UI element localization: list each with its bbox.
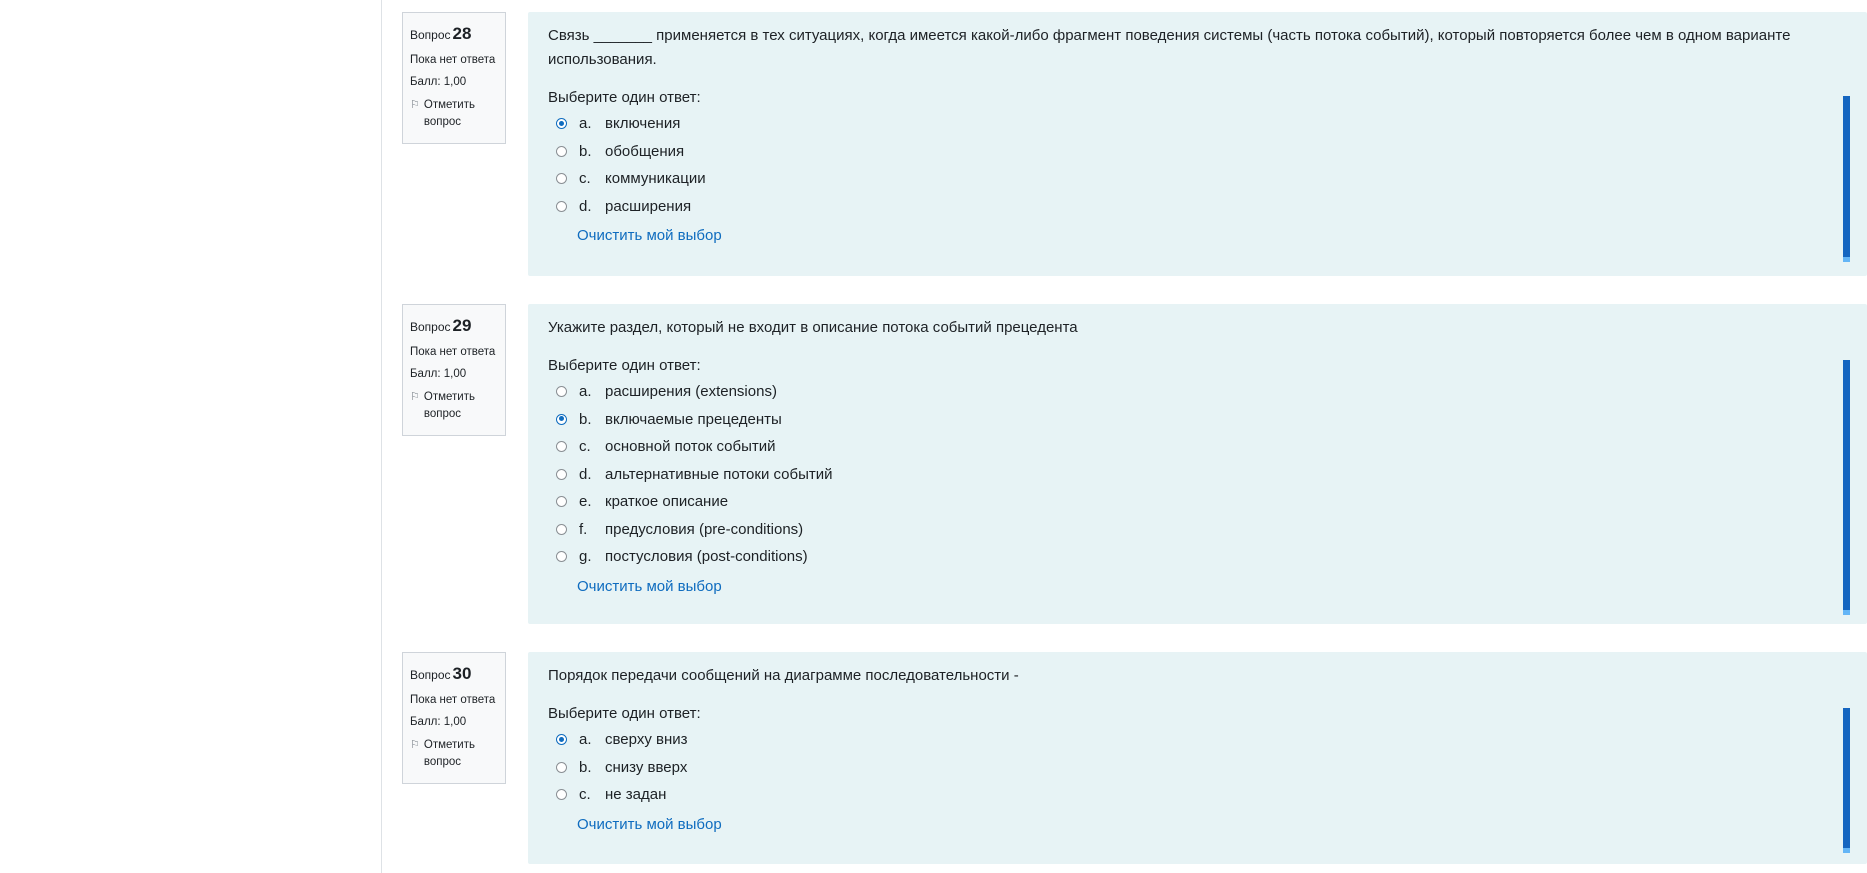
answer-option[interactable]: g. постусловия (post-conditions) [548, 543, 1841, 571]
question-state: Пока нет ответа [410, 53, 496, 66]
radio-button[interactable] [556, 551, 567, 563]
answer-letter: a. [579, 115, 592, 133]
answer-letter: f. [579, 520, 588, 538]
answer-text: не задан [605, 786, 667, 804]
answer-option[interactable]: c. не задан [548, 781, 1841, 809]
question-label: Вопрос [410, 668, 451, 682]
answer-letter: e. [579, 493, 592, 511]
answer-option[interactable]: d. расширения [548, 193, 1841, 221]
radio-button[interactable] [556, 496, 567, 508]
radio-button[interactable] [556, 173, 567, 185]
answer-text: расширения [605, 197, 692, 215]
question-grade: Балл: 1,00 [410, 715, 467, 728]
radio-button[interactable] [556, 523, 567, 535]
clear-choice-link[interactable]: Очистить мой выбор [577, 578, 722, 595]
scroll-indicator[interactable] [1843, 96, 1850, 262]
radio-button[interactable] [556, 118, 567, 130]
answer-letter: c. [579, 438, 591, 456]
answer-text: включаемые прецеденты [605, 410, 782, 428]
answer-text: сверху вниз [605, 731, 688, 749]
question-number: 30 [452, 664, 472, 683]
question-info: Вопрос 29 Пока нет ответа Балл: 1,00 ⚐ О… [402, 304, 506, 436]
flag-question-link[interactable]: ⚐ Отметить вопрос [410, 97, 498, 132]
answer-letter: c. [579, 786, 591, 804]
radio-button[interactable] [556, 200, 567, 212]
clear-choice-link[interactable]: Очистить мой выбор [577, 816, 722, 833]
answer-option[interactable]: b. снизу вверх [548, 754, 1841, 782]
question-label: Вопрос [410, 28, 451, 42]
answer-prompt: Выберите один ответ: [548, 89, 701, 106]
answer-letter: d. [579, 465, 592, 483]
radio-button[interactable] [556, 734, 567, 746]
answer-letter: d. [579, 197, 592, 215]
question-state: Пока нет ответа [410, 693, 496, 706]
question-label: Вопрос [410, 320, 451, 334]
answer-text: предусловия (pre-conditions) [605, 520, 804, 538]
flag-icon: ⚐ [410, 99, 420, 111]
answer-text: альтернативные потоки событий [605, 465, 833, 483]
question-text: Порядок передачи сообщений на диаграмме … [548, 667, 1019, 684]
flag-question-link[interactable]: ⚐ Отметить вопрос [410, 737, 498, 772]
question-info: Вопрос 30 Пока нет ответа Балл: 1,00 ⚐ О… [402, 652, 506, 784]
quiz-page: Вопрос 28 Пока нет ответа Балл: 1,00 ⚐ О… [0, 0, 1867, 873]
answer-option[interactable]: f. предусловия (pre-conditions) [548, 516, 1841, 544]
answer-prompt: Выберите один ответ: [548, 705, 701, 722]
answer-text: обобщения [605, 142, 685, 160]
question-state: Пока нет ответа [410, 345, 496, 358]
answer-text: основной поток событий [605, 438, 776, 456]
question-number: 28 [452, 24, 472, 43]
answer-prompt: Выберите один ответ: [548, 357, 701, 374]
radio-button[interactable] [556, 441, 567, 453]
answer-option[interactable]: b. включаемые прецеденты [548, 406, 1841, 434]
answer-option[interactable]: e. краткое описание [548, 488, 1841, 516]
flag-question-label: Отметить вопрос [423, 739, 475, 769]
question-grade: Балл: 1,00 [410, 367, 467, 380]
answer-option[interactable]: a. включения [548, 110, 1841, 138]
answer-option[interactable]: a. сверху вниз [548, 726, 1841, 754]
answer-text: включения [605, 115, 681, 133]
answer-text: снизу вверх [605, 758, 688, 776]
answer-option[interactable]: c. основной поток событий [548, 433, 1841, 461]
radio-button[interactable] [556, 386, 567, 398]
answer-letter: b. [579, 758, 592, 776]
question-content: Укажите раздел, который не входит в опис… [528, 304, 1867, 624]
answer-text: коммуникации [605, 170, 706, 188]
radio-button[interactable] [556, 145, 567, 157]
flag-question-link[interactable]: ⚐ Отметить вопрос [410, 389, 498, 424]
question-grade: Балл: 1,00 [410, 75, 467, 88]
answer-letter: a. [579, 383, 592, 401]
radio-button[interactable] [556, 789, 567, 801]
answer-letter: g. [579, 548, 592, 566]
question-text: Укажите раздел, который не входит в опис… [548, 319, 1078, 336]
question-info: Вопрос 28 Пока нет ответа Балл: 1,00 ⚐ О… [402, 12, 506, 144]
question-content: Связь _______ применяется в тех ситуация… [528, 12, 1867, 276]
answer-letter: b. [579, 410, 592, 428]
answer-option[interactable]: c. коммуникации [548, 165, 1841, 193]
clear-choice-link[interactable]: Очистить мой выбор [577, 227, 722, 244]
scroll-indicator[interactable] [1843, 708, 1850, 853]
question-content: Порядок передачи сообщений на диаграмме … [528, 652, 1867, 864]
answer-letter: b. [579, 142, 592, 160]
flag-question-label: Отметить вопрос [423, 99, 475, 129]
answer-option[interactable]: b. обобщения [548, 138, 1841, 166]
answer-letter: a. [579, 731, 592, 749]
answer-letter: c. [579, 170, 591, 188]
answer-text: расширения (extensions) [605, 383, 777, 401]
flag-icon: ⚐ [410, 739, 420, 751]
radio-button[interactable] [556, 761, 567, 773]
answer-text: краткое описание [605, 493, 729, 511]
answer-text: постусловия (post-conditions) [605, 548, 808, 566]
answer-option[interactable]: a. расширения (extensions) [548, 378, 1841, 406]
flag-icon: ⚐ [410, 391, 420, 403]
scroll-indicator[interactable] [1843, 360, 1850, 615]
radio-button[interactable] [556, 468, 567, 480]
question-text: Связь _______ применяется в тех ситуация… [548, 27, 1791, 68]
flag-question-label: Отметить вопрос [423, 391, 475, 421]
radio-button[interactable] [556, 413, 567, 425]
answer-option[interactable]: d. альтернативные потоки событий [548, 461, 1841, 489]
question-number: 29 [452, 316, 472, 335]
left-column-divider [381, 0, 382, 873]
